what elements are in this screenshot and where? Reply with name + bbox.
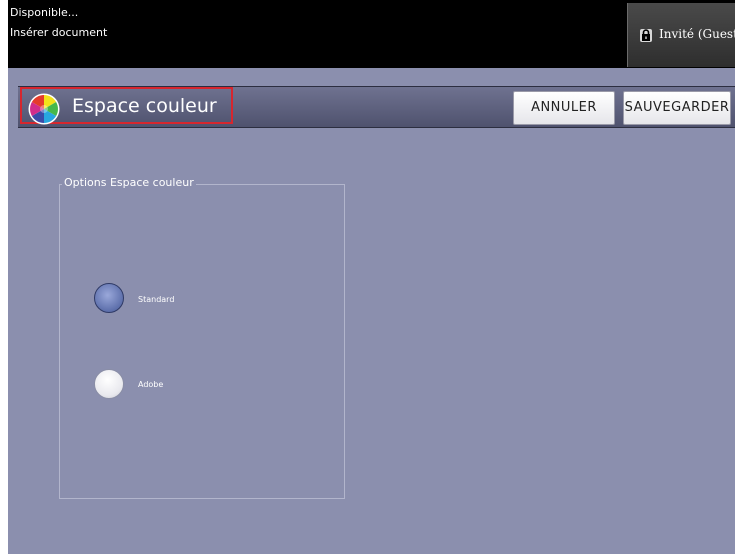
options-legend: Options Espace couleur — [62, 176, 196, 189]
radio-adobe-label: Adobe — [138, 380, 164, 389]
status-message: Disponible... — [10, 6, 79, 19]
save-button[interactable]: SAUVEGARDER — [623, 91, 731, 125]
cancel-button[interactable]: ANNULER — [513, 91, 615, 125]
screen-frame: Disponible... Insérer document Invité (G… — [8, 0, 735, 554]
color-wheel-icon — [28, 93, 60, 125]
page-title: Espace couleur — [72, 95, 217, 117]
radio-standard-label: Standard — [138, 295, 175, 304]
radio-standard[interactable] — [94, 283, 124, 313]
lock-icon — [640, 29, 652, 42]
color-space-options-group — [59, 184, 345, 499]
status-bar: Disponible... Insérer document Invité (G… — [8, 0, 735, 68]
radio-adobe[interactable] — [94, 369, 124, 399]
user-label: Invité (Guest — [659, 27, 735, 41]
status-instruction: Insérer document — [10, 26, 108, 39]
user-login-button[interactable]: Invité (Guest — [627, 3, 735, 67]
